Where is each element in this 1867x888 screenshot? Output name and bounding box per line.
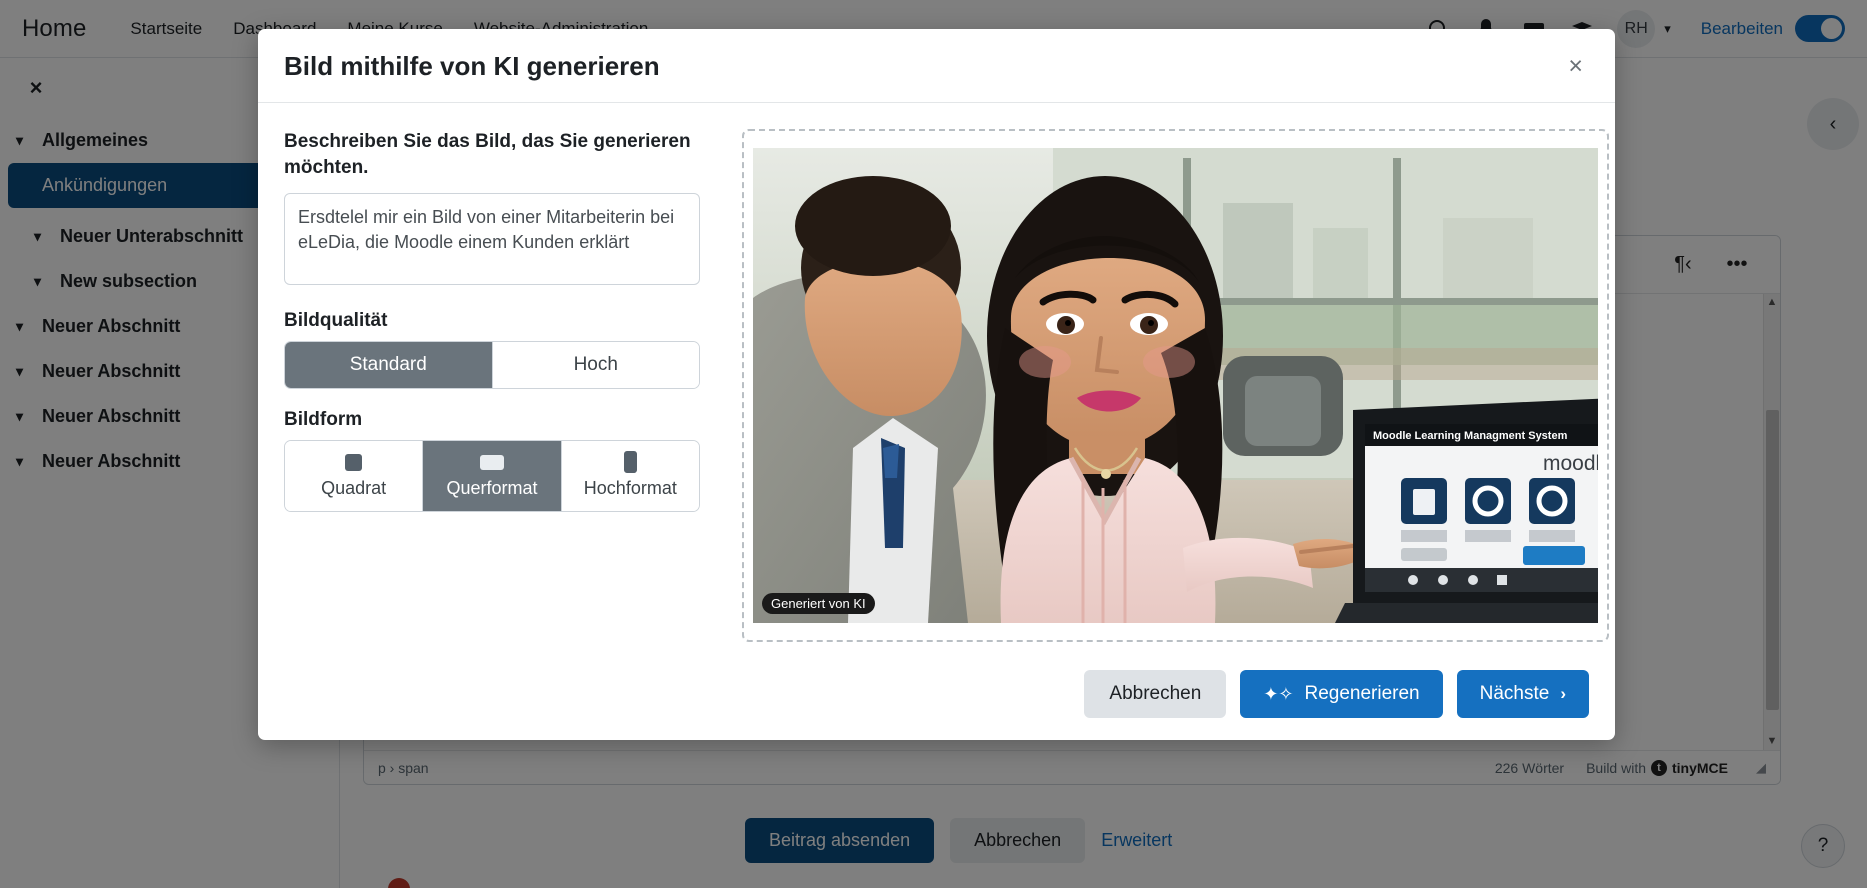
svg-text:moodle: moodle	[1543, 452, 1598, 475]
sparkle-icon: ✦✧	[1263, 684, 1294, 704]
close-icon[interactable]: ×	[1562, 52, 1589, 81]
image-preview-pane: Moodle Learning Managment System moodle	[742, 129, 1609, 642]
app-root: Home Startseite Dashboard Meine Kurse We…	[0, 0, 1867, 888]
modal-body: Beschreiben Sie das Bild, das Sie generi…	[258, 103, 1615, 652]
shape-option-quadrat[interactable]: Quadrat	[285, 441, 424, 512]
chevron-right-icon: ›	[1560, 684, 1566, 703]
prompt-input[interactable]	[284, 193, 700, 286]
quality-option-hoch[interactable]: Hoch	[492, 342, 699, 389]
svg-text:Moodle Learning Managment Syst: Moodle Learning Managment System	[1373, 430, 1568, 442]
generated-image[interactable]: Moodle Learning Managment System moodle	[753, 148, 1598, 623]
ai-watermark: Generiert von KI	[762, 593, 875, 614]
quality-label: Bildqualität	[284, 310, 388, 332]
portrait-icon	[566, 451, 695, 474]
regenerate-button[interactable]: ✦✧ Regenerieren	[1240, 670, 1443, 718]
shape-label: Bildform	[284, 409, 363, 431]
ai-image-modal: Bild mithilfe von KI generieren × Beschr…	[258, 29, 1615, 740]
shape-segmented-control: Quadrat Querformat Hochformat	[284, 440, 700, 513]
cancel-button[interactable]: Abbrechen	[1084, 670, 1227, 718]
regenerate-label: Regenerieren	[1304, 683, 1420, 704]
modal-footer: Abbrechen ✦✧ Regenerieren Nächste ›	[258, 652, 1615, 740]
modal-header: Bild mithilfe von KI generieren ×	[258, 29, 1615, 103]
mouse-cursor-icon	[1513, 560, 1598, 623]
settings-column: Beschreiben Sie das Bild, das Sie generi…	[284, 129, 704, 642]
next-button[interactable]: Nächste ›	[1456, 670, 1589, 718]
modal-title: Bild mithilfe von KI generieren	[284, 51, 660, 81]
shape-option-label: Hochformat	[583, 478, 677, 499]
shape-option-label: Quadrat	[321, 478, 387, 499]
square-icon	[289, 452, 418, 472]
landscape-icon	[427, 452, 556, 472]
next-label: Nächste	[1479, 683, 1550, 704]
prompt-label: Beschreiben Sie das Bild, das Sie generi…	[284, 131, 691, 179]
quality-option-standard[interactable]: Standard	[285, 342, 493, 389]
shape-option-label: Querformat	[446, 478, 538, 499]
shape-option-querformat[interactable]: Querformat	[423, 441, 562, 512]
shape-option-hochformat[interactable]: Hochformat	[561, 441, 699, 512]
quality-segmented-control: Standard Hoch	[284, 341, 700, 390]
